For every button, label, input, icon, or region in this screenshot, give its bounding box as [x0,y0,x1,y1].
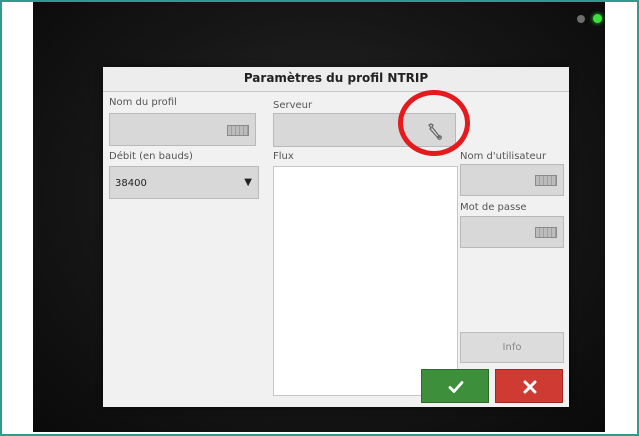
server-label: Serveur [273,100,313,111]
username-field[interactable] [460,164,564,196]
keyboard-icon[interactable] [535,175,557,186]
ntrip-profile-dialog: Paramètres du profil NTRIP Nom du profil… [103,67,569,407]
flux-list[interactable] [273,166,458,396]
password-label: Mot de passe [460,202,527,213]
dialog-title: Paramètres du profil NTRIP [103,67,569,92]
username-label: Nom d'utilisateur [460,151,547,162]
baud-rate-value: 38400 [115,178,147,189]
profile-name-label: Nom du profil [109,97,177,108]
password-field[interactable] [460,216,564,248]
status-led-green [593,14,602,23]
x-icon [523,380,537,394]
keyboard-icon[interactable] [227,125,249,136]
status-led-gray [577,15,585,23]
profile-name-field[interactable] [109,113,256,146]
cancel-button[interactable] [495,369,563,403]
baud-rate-select[interactable]: 38400 ▼ [109,166,259,199]
confirm-button[interactable] [421,369,489,403]
dropdown-arrow-icon: ▼ [244,177,252,188]
flux-label: Flux [273,151,294,162]
info-button[interactable]: Info [460,332,564,363]
highlight-circle [398,90,470,156]
baud-rate-label: Débit (en bauds) [109,151,193,162]
keyboard-icon[interactable] [535,227,557,238]
checkmark-icon [448,381,464,393]
